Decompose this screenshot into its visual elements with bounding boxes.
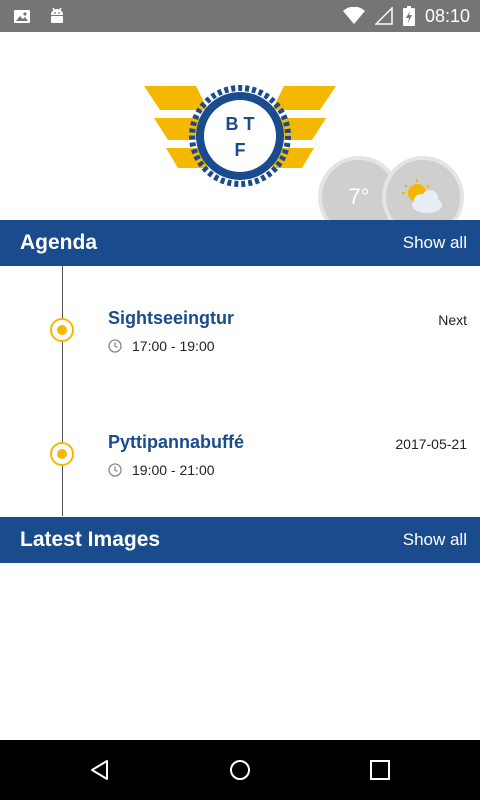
app-header: B T F 7° — [0, 32, 480, 238]
agenda-show-all-button[interactable]: Show all — [403, 233, 467, 253]
agenda-list: Sightseeingtur 17:00 - 19:00 Next Pyttip… — [0, 266, 480, 516]
status-indicators: 08:10 — [342, 0, 470, 32]
android-icon — [51, 7, 63, 23]
photo-notification-icon — [14, 10, 30, 23]
back-icon[interactable] — [88, 758, 112, 782]
agenda-item-time-row: 19:00 - 21:00 — [108, 462, 215, 478]
agenda-item-time: 17:00 - 19:00 — [132, 338, 215, 354]
status-notifications — [12, 6, 66, 26]
cell-signal-icon — [374, 7, 393, 25]
temperature-value: 7° — [348, 184, 370, 209]
battery-charging-icon — [402, 6, 415, 26]
agenda-item-title: Sightseeingtur — [108, 308, 235, 328]
home-icon[interactable] — [228, 758, 252, 782]
logo-text-top: B T — [226, 114, 255, 134]
agenda-item-time-row: 17:00 - 19:00 — [108, 338, 215, 354]
latest-images-show-all-button[interactable]: Show all — [403, 530, 467, 550]
agenda-item[interactable]: Pyttipannabuffé 19:00 - 21:00 2017-05-21 — [0, 432, 480, 512]
timeline-dot — [50, 442, 74, 466]
timeline-dot — [50, 318, 74, 342]
agenda-item-status: Next — [438, 312, 467, 328]
agenda-item-title: Pyttipannabuffé — [108, 432, 245, 452]
wifi-icon — [342, 7, 365, 24]
logo-text-bottom: F — [235, 140, 246, 160]
clock-icon — [108, 339, 122, 353]
btf-logo: B T F — [144, 85, 336, 187]
agenda-title: Agenda — [20, 231, 98, 254]
recents-icon[interactable] — [368, 758, 392, 782]
clock-icon — [108, 463, 122, 477]
agenda-item-date: 2017-05-21 — [395, 436, 467, 452]
partly-cloudy-icon — [402, 179, 442, 213]
latest-images-title: Latest Images — [20, 528, 161, 551]
status-time: 08:10 — [424, 5, 470, 26]
agenda-item[interactable]: Sightseeingtur 17:00 - 19:00 Next — [0, 308, 480, 388]
latest-images-header: Latest Images Show all — [0, 517, 480, 563]
status-bar: 08:10 — [0, 0, 480, 32]
navigation-bar — [0, 740, 480, 800]
agenda-header: Agenda Show all — [0, 220, 480, 266]
agenda-item-time: 19:00 - 21:00 — [132, 462, 215, 478]
